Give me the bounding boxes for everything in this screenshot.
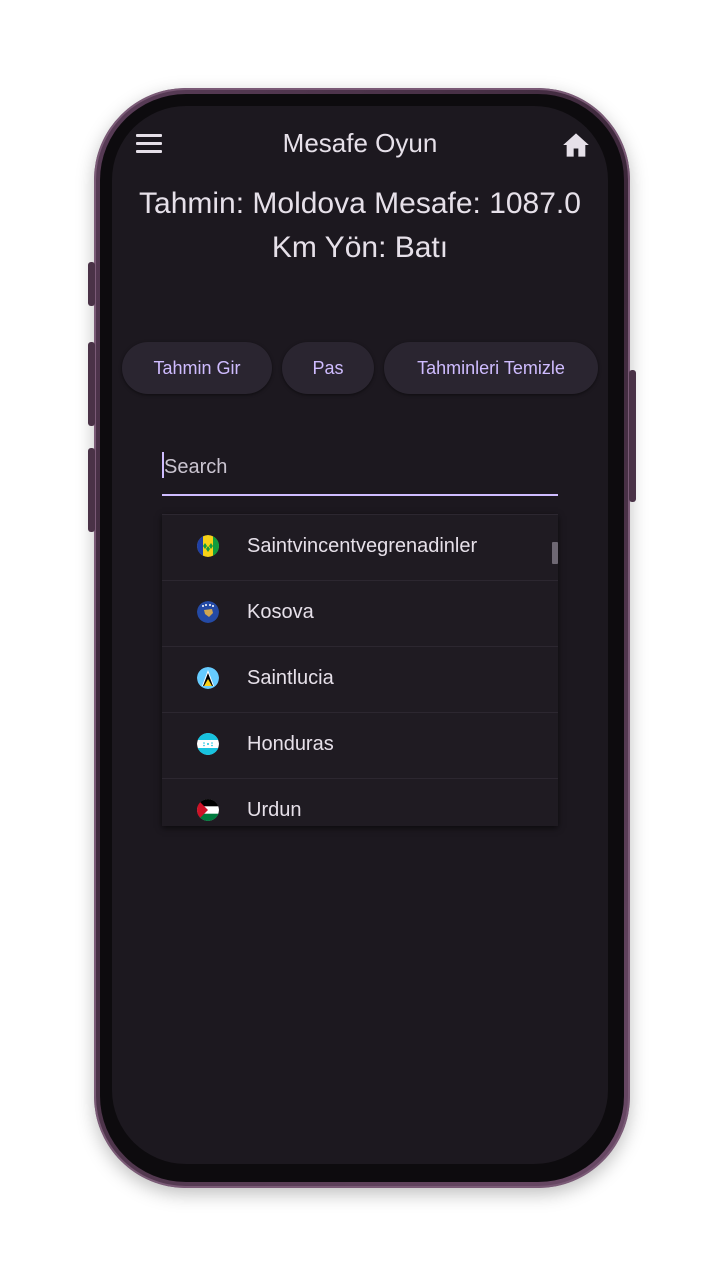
country-dropdown-list[interactable]: Saintvincentvegrenadinler Kosova Saintlu…	[162, 514, 558, 826]
action-buttons: Tahmin Gir Pas Tahminleri Temizle	[122, 342, 602, 394]
flag-kosovo-icon	[197, 601, 219, 623]
list-item[interactable]: Kosova	[162, 581, 552, 646]
search-field[interactable]	[162, 442, 558, 496]
phone-volume-up-button	[88, 342, 95, 426]
flag-jordan-icon	[197, 799, 219, 821]
app-bar: Mesafe Oyun	[112, 106, 608, 182]
flag-honduras-icon	[197, 733, 219, 755]
list-item[interactable]: Saintvincentvegrenadinler	[162, 515, 552, 580]
phone-power-button	[629, 370, 636, 502]
phone-action-button	[88, 262, 95, 306]
app-title: Mesafe Oyun	[282, 128, 438, 158]
list-item[interactable]: Honduras	[162, 713, 552, 778]
app-screen: Mesafe Oyun Tahmin: Moldova Mesafe: 1087…	[112, 106, 608, 1164]
guess-result-line-1: Tahmin: Moldova Mesafe: 1087.0	[139, 187, 581, 220]
clear-guesses-button[interactable]: Tahminleri Temizle	[384, 342, 598, 394]
pass-button[interactable]: Pas	[282, 342, 374, 394]
enter-guess-button[interactable]: Tahmin Gir	[122, 342, 272, 394]
list-item[interactable]: Saintlucia	[162, 647, 552, 712]
country-label: Urdun	[247, 799, 302, 821]
list-item[interactable]: Urdun	[162, 779, 552, 826]
flag-saint-lucia-icon	[197, 667, 219, 689]
home-icon[interactable]	[562, 132, 590, 158]
country-label: Saintlucia	[247, 667, 334, 689]
guess-result: Tahmin: Moldova Mesafe: 1087.0 Km Yön: B…	[112, 182, 608, 270]
country-label: Saintvincentvegrenadinler	[247, 535, 478, 557]
dropdown-scrollbar[interactable]	[552, 542, 558, 564]
flag-saint-vincent-icon	[197, 535, 219, 557]
country-label: Honduras	[247, 733, 334, 755]
guess-result-line-2: Km Yön: Batı	[271, 231, 449, 264]
country-label: Kosova	[247, 601, 314, 623]
search-input[interactable]	[164, 442, 554, 492]
phone-volume-down-button	[88, 448, 95, 532]
